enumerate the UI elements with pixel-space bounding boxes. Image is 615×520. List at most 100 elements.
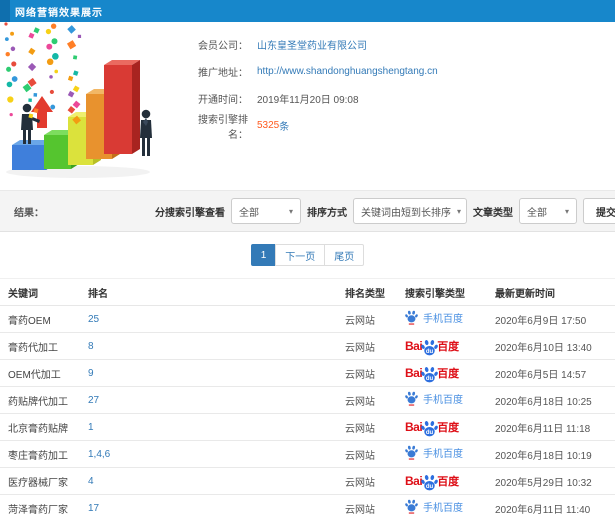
businessman-right [140,109,152,156]
member-info-section: 会员公司： 山东皇圣堂药业有限公司 推广地址： http://www.shand… [0,22,615,190]
filter-controls: 分搜索引擎查看 全部 ▾ 排序方式 关键词由短到长排序 ▾ 文章类型 全部 ▾ … [155,198,615,224]
engine-cell: 手机百度 [397,305,487,333]
dropdown-caret-icon: ▾ [564,206,569,216]
mobile-baidu-label: 手机百度 [423,449,463,460]
rank-cell[interactable]: 4 [80,467,337,495]
mobile-baidu-label: 手机百度 [423,395,463,406]
updated-cell: 2020年6月11日 11:40 [487,494,615,520]
header-engine-type: 搜索引擎类型 [397,278,487,306]
engine-cell: Bai du 百度 [397,413,487,441]
svg-text:du: du [426,429,434,435]
bar-red [104,60,140,154]
baidu-logo-icon: Bai du 百度 [405,366,460,382]
open-time-value: 2019年11月20日 09:08 [257,95,359,106]
svg-text:du: du [426,375,434,381]
engine-cell: 手机百度 [397,494,487,520]
engine-cell: 手机百度 [397,386,487,414]
open-time-label: 开通时间： [198,95,248,106]
rank-cell[interactable]: 9 [80,359,337,387]
updated-cell: 2020年6月11日 11:18 [487,413,615,441]
marketing-report-page: 网络营销效果展示 会员公司： 山东皇圣堂药业有限公司 推广地址： http://… [0,0,615,520]
table-row: 菏泽膏药厂家 17 云网站 手机百度 2020年6月11日 11:40 [0,494,615,520]
company-link[interactable]: 山东皇圣堂药业有限公司 [257,37,367,52]
table-row: 药贴牌代加工 27 云网站 手机百度 2020年6月18日 10:25 [0,386,615,414]
table-row: 北京膏药贴牌 1 云网站 Bai du 百度 2020年6月11日 11:18 [0,413,615,441]
keyword-cell: 菏泽膏药厂家 [0,494,80,520]
result-label: 结果： [14,207,44,219]
rank-count-value: 5325 [257,120,280,131]
pagination: 1 下一页 尾页 [0,232,615,278]
rank-type-cell: 云网站 [337,440,397,468]
updated-cell: 2020年6月18日 10:19 [487,440,615,468]
keyword-cell: 膏药OEM [0,305,80,333]
rank-type-cell: 云网站 [337,305,397,333]
filter-bar: 结果： 分搜索引擎查看 全部 ▾ 排序方式 关键词由短到长排序 ▾ 文章类型 全… [0,190,615,232]
table-row: OEM代加工 9 云网站 Bai du 百度 2020年6月5日 14:57 [0,359,615,387]
rank-type-cell: 云网站 [337,332,397,360]
engine-view-select[interactable]: 全部 ▾ [231,198,301,224]
promo-url-label: 推广地址： [198,68,248,79]
sort-select[interactable]: 关键词由短到长排序 ▾ [353,198,467,224]
rank-type-cell: 云网站 [337,359,397,387]
info-row-open-time: 开通时间： 2019年11月20日 09:08 [180,92,615,106]
title-bar-accent [0,0,10,22]
mobile-baidu-icon: 手机百度 [405,499,463,514]
page-button-current[interactable]: 1 [250,244,277,266]
last-page-button[interactable]: 尾页 [324,244,365,266]
rank-count-suffix: 条 [279,122,290,133]
engine-cell: Bai du 百度 [397,332,487,360]
mobile-baidu-label: 手机百度 [423,503,463,514]
info-row-rank-count: 搜索引擎排名： 5325 条 [180,115,615,141]
keyword-cell: 膏药代加工 [0,332,80,360]
rank-cell[interactable]: 1,4,6 [80,440,337,468]
rank-cell[interactable]: 17 [80,494,337,520]
growth-chart-illustration [0,22,180,186]
updated-cell: 2020年6月10日 13:40 [487,332,615,360]
header-rank: 排名 [80,278,337,306]
rank-cell[interactable]: 25 [80,305,337,333]
rank-cell[interactable]: 1 [80,413,337,441]
title-bar: 网络营销效果展示 [0,0,615,22]
rank-count-label: 搜索引擎排名： [198,114,248,141]
keyword-cell: 枣庄膏药加工 [0,440,80,468]
header-keyword: 关键词 [0,278,80,306]
member-info-rows: 会员公司： 山东皇圣堂药业有限公司 推广地址： http://www.shand… [180,22,615,190]
header-updated: 最新更新时间 [487,278,615,306]
keyword-cell: 医疗器械厂家 [0,467,80,495]
submit-button[interactable]: 提交 [583,198,615,224]
rank-type-cell: 云网站 [337,494,397,520]
engine-cell: Bai du 百度 [397,467,487,495]
article-type-label: 文章类型 [473,207,513,219]
keyword-cell: OEM代加工 [0,359,80,387]
updated-cell: 2020年6月18日 10:25 [487,386,615,414]
engine-cell: Bai du 百度 [397,359,487,387]
rank-type-cell: 云网站 [337,413,397,441]
page-title: 网络营销效果展示 [15,7,103,19]
sort-label: 排序方式 [307,207,347,219]
promo-url-link[interactable]: http://www.shandonghuangshengtang.cn [257,66,438,77]
mobile-baidu-icon: 手机百度 [405,391,463,406]
mobile-baidu-label: 手机百度 [423,314,463,325]
table-row: 医疗器械厂家 4 云网站 Bai du 百度 2020年5月29日 10:32 [0,467,615,495]
svg-text:du: du [426,348,434,354]
engine-cell: 手机百度 [397,440,487,468]
next-page-button[interactable]: 下一页 [275,244,326,266]
rank-type-cell: 云网站 [337,467,397,495]
table-row: 膏药OEM 25 云网站 手机百度 2020年6月9日 17:50 [0,305,615,333]
header-rank-type: 排名类型 [337,278,397,306]
article-type-selected: 全部 [527,207,547,219]
updated-cell: 2020年6月5日 14:57 [487,359,615,387]
keyword-cell: 药贴牌代加工 [0,386,80,414]
rank-type-cell: 云网站 [337,386,397,414]
rank-cell[interactable]: 8 [80,332,337,360]
baidu-logo-icon: Bai du 百度 [405,420,460,436]
info-row-company: 会员公司： 山东皇圣堂药业有限公司 [180,37,615,52]
rank-cell[interactable]: 27 [80,386,337,414]
engine-view-selected: 全部 [239,207,259,219]
article-type-select[interactable]: 全部 ▾ [519,198,577,224]
table-header-row: 关键词 排名 排名类型 搜索引擎类型 最新更新时间 [0,278,615,306]
sort-selected: 关键词由短到长排序 [361,207,451,219]
dropdown-caret-icon: ▾ [288,206,293,216]
dropdown-caret-icon: ▾ [457,206,462,216]
svg-text:du: du [426,483,434,489]
